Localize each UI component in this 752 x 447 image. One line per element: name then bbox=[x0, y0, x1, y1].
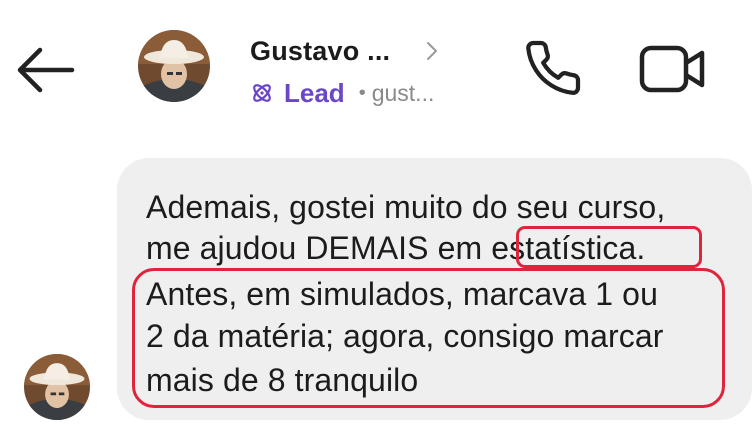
contact-handle: gust... bbox=[371, 79, 435, 106]
contact-subtitle: Lead • gust... bbox=[250, 76, 434, 110]
separator-dot: • bbox=[358, 81, 366, 104]
paragraph-highlight-box bbox=[132, 268, 725, 408]
chat-header: Gustavo ... Lead • gust... bbox=[0, 0, 752, 130]
contact-avatar[interactable] bbox=[138, 30, 210, 102]
video-call-button[interactable] bbox=[636, 42, 710, 96]
back-button[interactable] bbox=[14, 45, 76, 95]
contact-name-row[interactable]: Gustavo ... bbox=[250, 31, 440, 71]
message-line: Ademais, gostei muito do seu curso, bbox=[146, 189, 666, 225]
lead-badge-label: Lead bbox=[284, 77, 345, 108]
arrow-left-icon bbox=[17, 47, 75, 93]
atom-icon bbox=[253, 84, 271, 102]
chevron-right-icon bbox=[427, 42, 438, 60]
contact-name[interactable]: Gustavo ... bbox=[250, 36, 390, 67]
phone-icon bbox=[526, 40, 581, 95]
word-highlight-box bbox=[516, 226, 702, 268]
voice-call-button[interactable] bbox=[522, 38, 584, 98]
video-camera-icon bbox=[639, 45, 705, 93]
sender-avatar[interactable] bbox=[24, 354, 90, 420]
